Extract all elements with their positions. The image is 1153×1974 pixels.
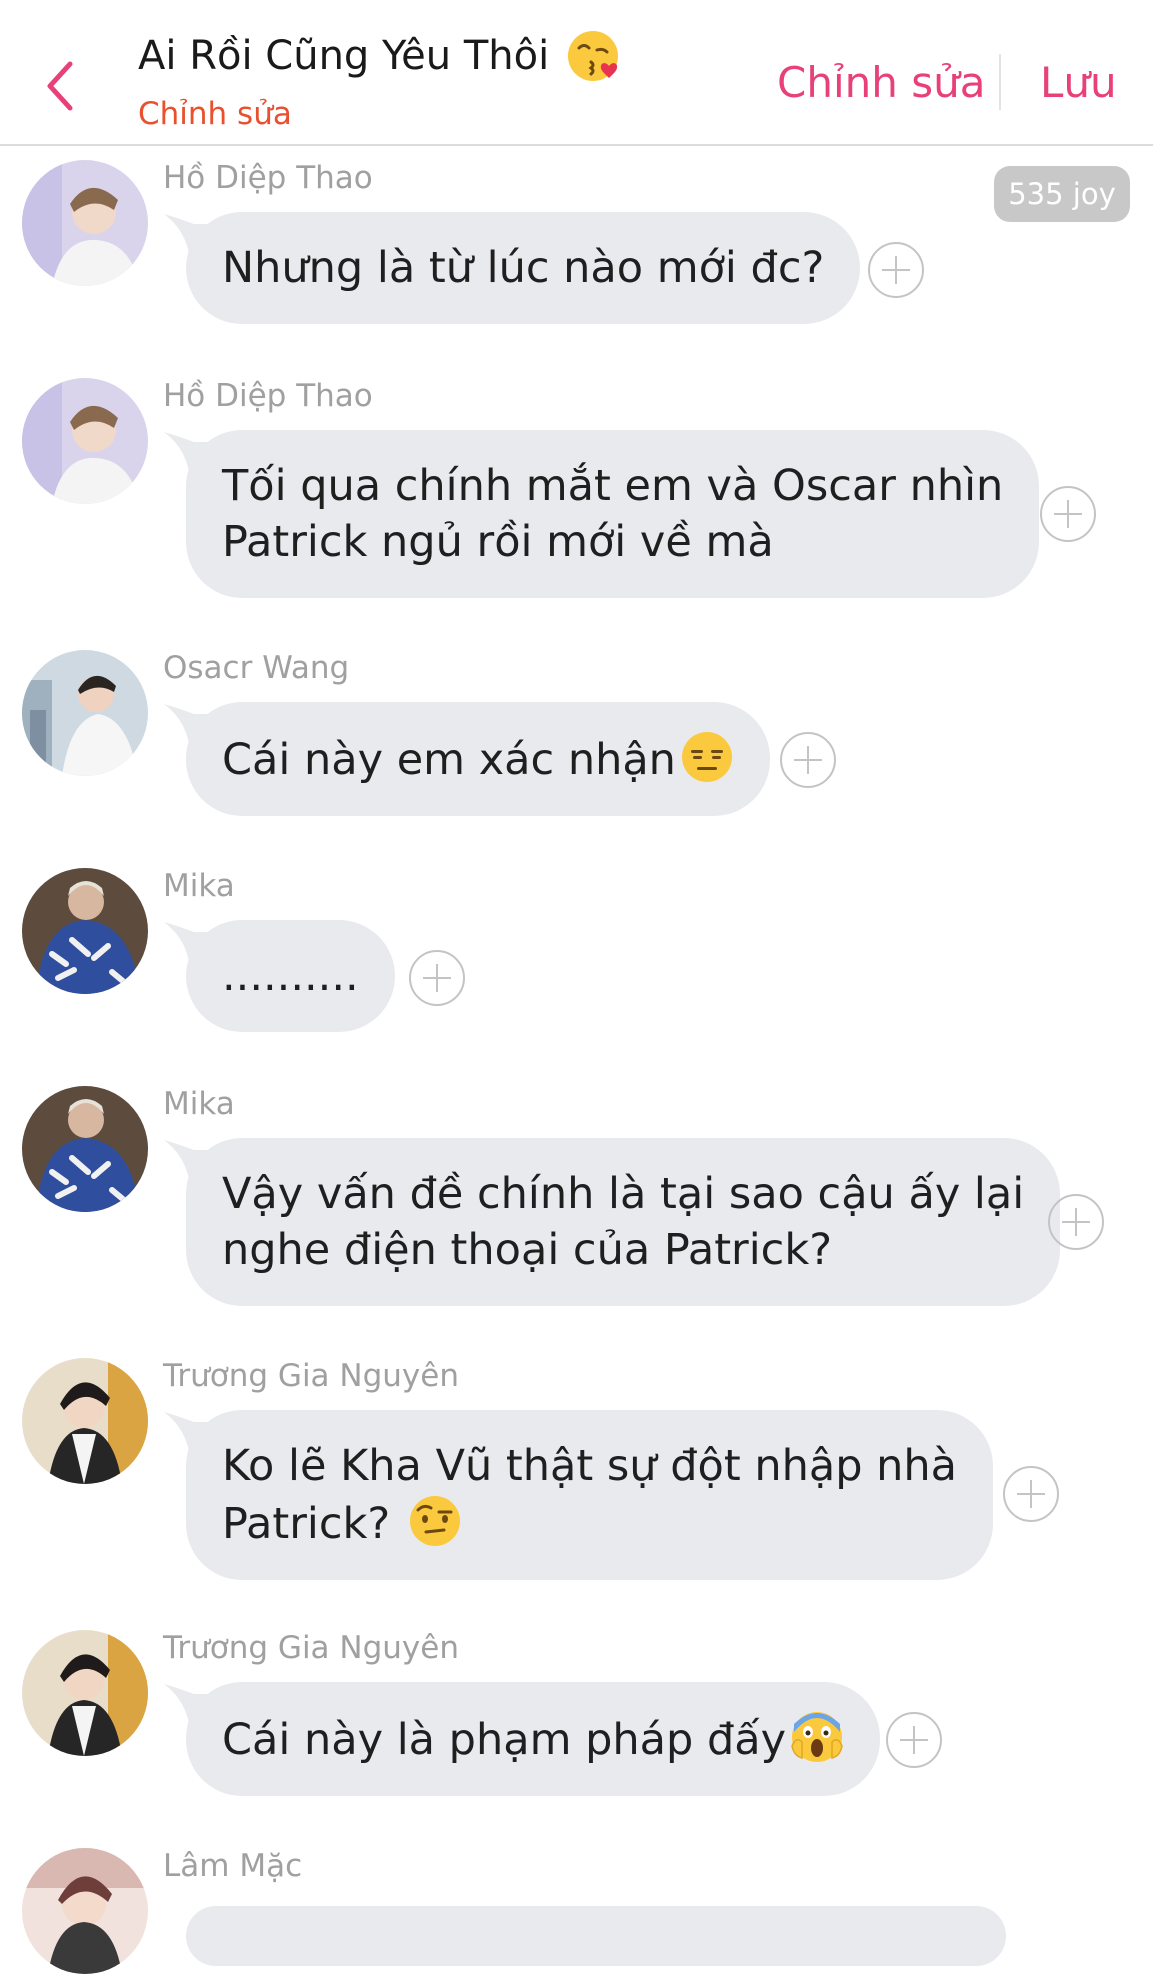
message-text: ..........	[222, 951, 359, 1001]
message-bubble[interactable]: Ko lẽ Kha Vũ thật sự đột nhập nhà Patric…	[186, 1410, 994, 1580]
sender-name: Osacr Wang	[163, 650, 350, 686]
message-text-line: Tối qua chính mắt em và Oscar nhìn	[222, 461, 1004, 511]
header-divider	[999, 54, 1001, 110]
message-3: Osacr Wang Cái này em xác nhận	[0, 650, 1153, 830]
message-bubble[interactable]: Cái này em xác nhận	[186, 702, 770, 816]
save-button[interactable]: Lưu	[1040, 58, 1117, 107]
message-8: Lâm Mặc	[0, 1848, 1153, 1974]
page-title: Ai Rồi Cũng Yêu Thôi	[138, 33, 550, 79]
expressionless-face-icon	[681, 732, 732, 782]
message-text: Cái này là phạm pháp đấy	[222, 1715, 787, 1765]
avatar-photo	[22, 650, 148, 776]
add-reaction-button[interactable]	[1048, 1194, 1104, 1250]
edit-subtitle-link[interactable]: Chỉnh sửa	[138, 96, 292, 132]
avatar-photo	[22, 1848, 148, 1974]
message-text-line-with-emoji: Patrick?	[222, 1494, 957, 1552]
avatar[interactable]	[22, 868, 148, 994]
avatar[interactable]	[22, 1848, 148, 1974]
message-bubble[interactable]: Vậy vấn đề chính là tại sao cậu ấy lại n…	[186, 1138, 1061, 1306]
screaming-face-icon	[791, 1712, 843, 1762]
avatar-photo	[22, 1086, 148, 1212]
message-bubble[interactable]: Nhưng là từ lúc nào mới đc?	[186, 212, 861, 324]
avatar-photo	[22, 868, 148, 994]
sender-name: Hồ Diệp Thao	[163, 160, 373, 196]
chevron-left-icon	[47, 61, 73, 111]
back-button[interactable]	[40, 58, 84, 114]
avatar[interactable]	[22, 1630, 148, 1756]
avatar-photo	[22, 160, 148, 286]
message-bubble[interactable]: Cái này là phạm pháp đấy	[186, 1682, 881, 1796]
message-1: Hồ Diệp Thao Nhưng là từ lúc nào mới đc?	[0, 160, 1153, 340]
message-6: Trương Gia Nguyên Ko lẽ Kha Vũ thật sự đ…	[0, 1358, 1153, 1588]
title-row: Ai Rồi Cũng Yêu Thôi	[138, 28, 621, 84]
message-7: Trương Gia Nguyên Cái này là phạm pháp đ…	[0, 1630, 1153, 1810]
avatar[interactable]	[22, 160, 148, 286]
message-4: Mika ..........	[0, 868, 1153, 1048]
sender-name: Mika	[163, 1086, 235, 1122]
chat-header: Ai Rồi Cũng Yêu Thôi Chỉnh sửa Chỉnh sửa…	[0, 0, 1153, 146]
avatar[interactable]	[22, 378, 148, 504]
add-reaction-button[interactable]	[780, 732, 836, 788]
message-text-line: nghe điện thoại của Patrick?	[222, 1225, 833, 1275]
raised-eyebrow-face-icon	[409, 1496, 460, 1546]
message-text: Patrick?	[222, 1499, 404, 1549]
add-reaction-button[interactable]	[868, 242, 924, 298]
avatar-photo	[22, 1630, 148, 1756]
sender-name: Lâm Mặc	[163, 1848, 303, 1884]
message-text-line: Ko lẽ Kha Vũ thật sự đột nhập nhà	[222, 1441, 958, 1491]
add-reaction-button[interactable]	[886, 1712, 942, 1768]
sender-name: Hồ Diệp Thao	[163, 378, 373, 414]
message-text-line: Patrick ngủ rồi mới về mà	[222, 517, 774, 567]
message-bubble[interactable]: ..........	[186, 920, 395, 1032]
message-text: Nhưng là từ lúc nào mới đc?	[222, 243, 825, 293]
add-reaction-button[interactable]	[1003, 1466, 1059, 1522]
avatar[interactable]	[22, 1358, 148, 1484]
message-5: Mika Vậy vấn đề chính là tại sao cậu ấy …	[0, 1086, 1153, 1316]
avatar-photo	[22, 1358, 148, 1484]
sender-name: Mika	[163, 868, 235, 904]
message-bubble[interactable]	[186, 1906, 1006, 1966]
face-blowing-kiss-icon	[568, 31, 619, 81]
avatar[interactable]	[22, 650, 148, 776]
avatar[interactable]	[22, 1086, 148, 1212]
message-text: Cái này em xác nhận	[222, 735, 676, 785]
message-text-line: Vậy vấn đề chính là tại sao cậu ấy lại	[222, 1169, 1025, 1219]
message-bubble[interactable]: Tối qua chính mắt em và Oscar nhìn Patri…	[186, 430, 1040, 598]
add-reaction-button[interactable]	[1040, 486, 1096, 542]
avatar-photo	[22, 378, 148, 504]
add-reaction-button[interactable]	[409, 950, 465, 1006]
sender-name: Trương Gia Nguyên	[163, 1630, 459, 1666]
edit-button[interactable]: Chỉnh sửa	[777, 58, 985, 107]
message-2: Hồ Diệp Thao Tối qua chính mắt em và Osc…	[0, 378, 1153, 608]
joy-badge: 535 joy	[994, 166, 1130, 222]
sender-name: Trương Gia Nguyên	[163, 1358, 459, 1394]
